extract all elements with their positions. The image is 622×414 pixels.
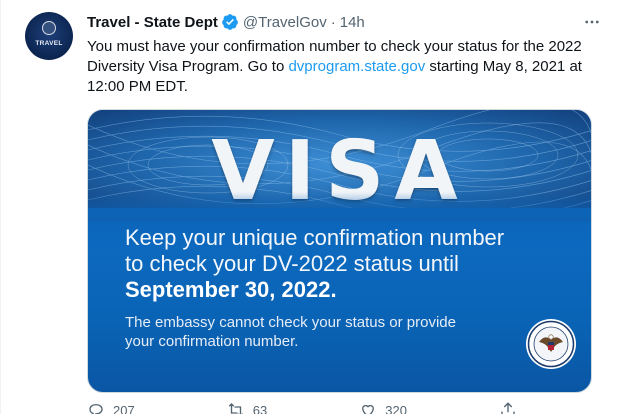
share-button[interactable]	[499, 400, 517, 414]
author-handle[interactable]: @TravelGov	[243, 14, 327, 31]
tweet-media-image[interactable]: VISA Keep your unique confirmation numbe…	[87, 109, 592, 393]
retweet-button[interactable]: 63	[227, 400, 267, 414]
tweet-actions: 207 63 320	[87, 400, 517, 414]
more-options-button[interactable]	[582, 12, 602, 32]
media-note-2: your confirmation number.	[125, 333, 299, 350]
avatar[interactable]: TRAVEL	[25, 12, 73, 60]
tweet-header: Travel - State Dept @TravelGov · 14h	[87, 12, 365, 32]
media-line-2: to check your DV-2022 status until	[125, 251, 459, 276]
like-count: 320	[385, 402, 407, 414]
retweet-icon	[228, 403, 243, 414]
dvprogram-link[interactable]: dvprogram.state.gov	[288, 58, 425, 75]
seal-icon	[42, 21, 56, 35]
tweet-timestamp[interactable]: 14h	[340, 14, 365, 31]
share-icon	[501, 402, 515, 414]
retweet-count: 63	[252, 402, 268, 414]
media-note-1: The embassy cannot check your status or …	[125, 314, 456, 331]
separator-dot: ·	[330, 13, 336, 31]
banner-fade	[88, 192, 591, 222]
avatar-text: TRAVEL	[35, 40, 63, 47]
tweet[interactable]: TRAVEL Travel - State Dept @TravelGov · …	[0, 0, 622, 414]
like-button[interactable]: 320	[359, 400, 407, 414]
more-horizontal-icon	[585, 20, 599, 24]
media-line-3: September 30, 2022.	[125, 277, 337, 302]
heart-icon	[362, 404, 375, 414]
reply-count: 207	[113, 402, 135, 414]
reply-icon	[89, 404, 103, 414]
verified-badge-icon	[222, 14, 238, 30]
reply-button[interactable]: 207	[87, 400, 135, 414]
tweet-text: You must have your confirmation number t…	[87, 37, 595, 97]
state-department-seal-icon	[526, 319, 576, 369]
author-name[interactable]: Travel - State Dept	[87, 14, 218, 31]
media-line-1: Keep your unique confirmation number	[125, 225, 505, 250]
